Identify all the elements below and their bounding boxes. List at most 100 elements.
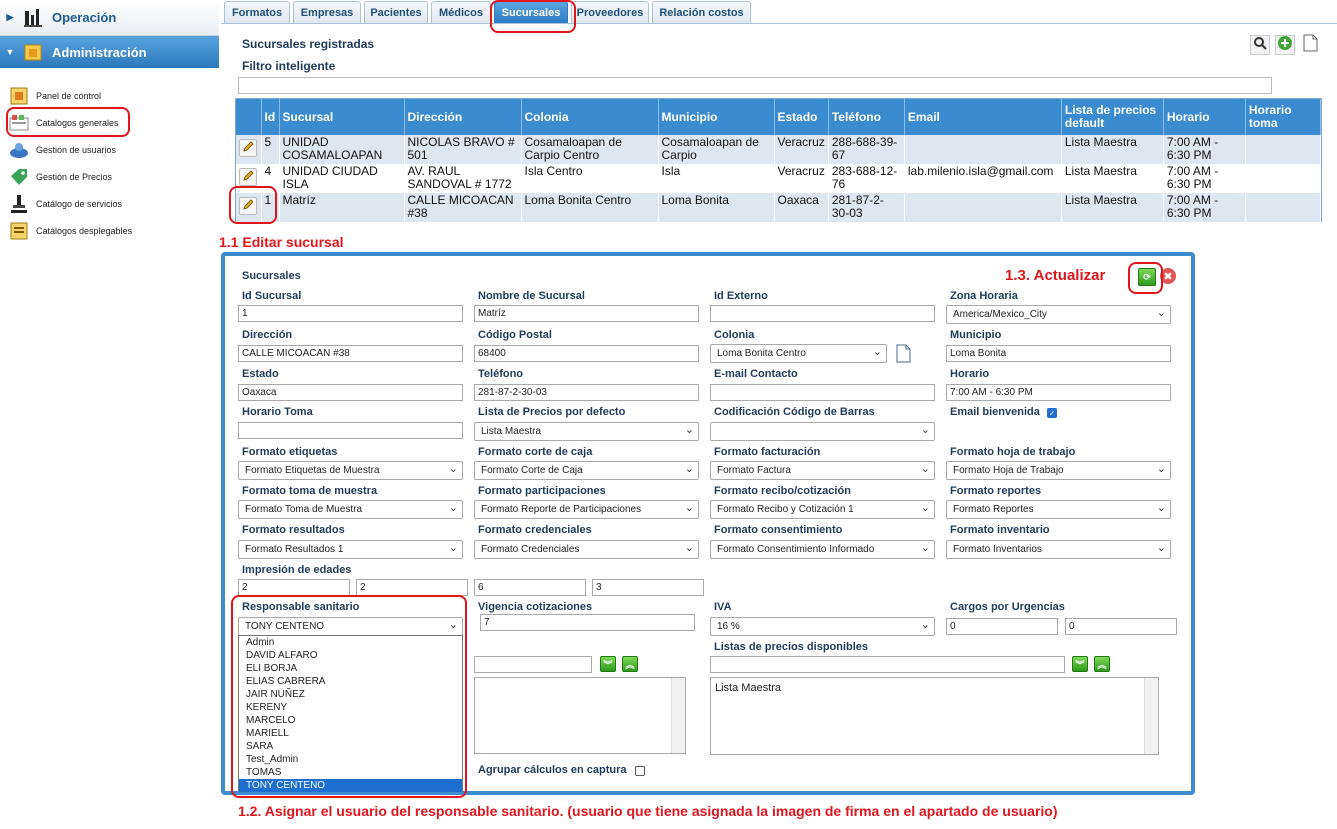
- section-administracion[interactable]: ▼ Administración: [0, 36, 219, 68]
- tab-proveedores[interactable]: Proveedores: [571, 1, 649, 23]
- search-button[interactable]: [1250, 35, 1270, 55]
- f-etiquetas-select[interactable]: Formato Etiquetas de Muestra ⌄: [238, 461, 463, 480]
- sidebar: ▶ Operación ▼ Administración Panel de co…: [0, 0, 219, 829]
- edit-button[interactable]: [239, 139, 257, 157]
- sidebar-item-gestion-precios[interactable]: Gestión de Precios: [8, 166, 208, 188]
- table-row[interactable]: 1 Matríz CALLE MICOACAN #38 Loma Bonita …: [236, 193, 1322, 222]
- col-id[interactable]: Id: [261, 99, 280, 135]
- section-label: Administración: [52, 44, 147, 60]
- f-hoja-select[interactable]: Formato Hoja de Trabajo ⌄: [946, 461, 1171, 480]
- table-cell: 7:00 AM - 6:30 PM: [1163, 164, 1246, 193]
- col-estado[interactable]: Estado: [774, 99, 829, 135]
- edades-input-3[interactable]: 6: [474, 579, 586, 596]
- nombre-input[interactable]: Matríz: [474, 305, 699, 322]
- zona-select[interactable]: America/Mexico_City ⌄: [946, 305, 1171, 324]
- chevron-right-icon: ▶: [6, 12, 14, 22]
- horario-input[interactable]: 7:00 AM - 6:30 PM: [946, 384, 1171, 401]
- tab-medicos[interactable]: Médicos: [431, 1, 491, 23]
- listas-filter-input[interactable]: [710, 656, 1065, 673]
- table-row[interactable]: 5 UNIDAD COSAMALOAPAN NICOLAS BRAVO # 50…: [236, 135, 1322, 164]
- tab-formatos[interactable]: Formatos: [224, 1, 290, 23]
- estado-input[interactable]: Oaxaca: [238, 384, 463, 401]
- col-colonia[interactable]: Colonia: [521, 99, 659, 135]
- lista-precios-select[interactable]: Lista Maestra ⌄: [474, 422, 699, 441]
- edades-input-2[interactable]: 2: [356, 579, 468, 596]
- sidebar-item-gestion-usuarios[interactable]: Gestión de usuarios: [8, 139, 208, 161]
- dropdown-catalog-icon: [8, 221, 30, 241]
- move-down-button[interactable]: ︾: [1072, 656, 1088, 672]
- f-credenciales-select[interactable]: Formato Credenciales ⌄: [474, 540, 699, 559]
- f-recibo-select[interactable]: Formato Recibo y Cotización 1 ⌄: [710, 500, 935, 519]
- tab-pacientes[interactable]: Pacientes: [364, 1, 428, 23]
- chevron-down-icon: ⌄: [920, 619, 930, 631]
- sidebar-item-catalogo-servicios[interactable]: Catálogo de servicios: [8, 193, 208, 215]
- f-participaciones-select[interactable]: Formato Reporte de Participaciones ⌄: [474, 500, 699, 519]
- col-municipio[interactable]: Municipio: [658, 99, 775, 135]
- f-facturacion-select[interactable]: Formato Factura ⌄: [710, 461, 935, 480]
- sidebar-item-panel-control[interactable]: Panel de control: [8, 85, 208, 107]
- move-down-button[interactable]: ︾: [600, 656, 616, 672]
- add-button[interactable]: [1275, 35, 1295, 55]
- catalog-listbox[interactable]: [474, 677, 686, 754]
- tab-empresas[interactable]: Empresas: [293, 1, 361, 23]
- edit-button[interactable]: [239, 168, 257, 186]
- col-sucursal[interactable]: Sucursal: [279, 99, 405, 135]
- col-horario-toma[interactable]: Horario toma: [1245, 99, 1322, 135]
- col-telefono[interactable]: Teléfono: [828, 99, 905, 135]
- edades-input-1[interactable]: 2: [238, 579, 350, 596]
- listas-listbox[interactable]: Lista Maestra: [710, 677, 1159, 755]
- table-cell: lab.milenio.isla@gmail.com: [904, 164, 1062, 193]
- vigencia-input[interactable]: 7: [480, 614, 695, 631]
- agrupar-checkbox[interactable]: [635, 766, 645, 776]
- direccion-input[interactable]: CALLE MICOACAN #38: [238, 345, 463, 362]
- colonia-select[interactable]: Loma Bonita Centro ⌄: [710, 344, 887, 363]
- f-inventario-select[interactable]: Formato Inventarios ⌄: [946, 540, 1171, 559]
- id-sucursal-input[interactable]: 1: [238, 305, 463, 322]
- move-up-button[interactable]: ︽: [622, 656, 638, 672]
- horario-toma-input[interactable]: [238, 422, 463, 439]
- catalog-filter-input[interactable]: [474, 656, 592, 673]
- codificacion-select[interactable]: ⌄: [710, 422, 935, 441]
- table-cell: Veracruz: [774, 164, 829, 193]
- cp-input[interactable]: 68400: [474, 345, 699, 362]
- sidebar-item-label: Gestión de usuarios: [36, 145, 117, 155]
- sidebar-item-catalogos-desplegables[interactable]: Catálogos desplegables: [8, 220, 208, 242]
- list-item[interactable]: Lista Maestra: [715, 682, 1154, 694]
- municipio-input[interactable]: Loma Bonita: [946, 345, 1171, 362]
- col-lista-precios[interactable]: Lista de precios default: [1061, 99, 1164, 135]
- new-document-button[interactable]: [1300, 34, 1320, 57]
- f-resultados-select[interactable]: Formato Resultados 1 ⌄: [238, 540, 463, 559]
- select-value: Formato Inventarios: [953, 544, 1042, 555]
- move-up-button[interactable]: ︽: [1094, 656, 1110, 672]
- f-consentimiento-select[interactable]: Formato Consentimiento Informado ⌄: [710, 540, 935, 559]
- col-direccion[interactable]: Dirección: [404, 99, 522, 135]
- urgencias-input-2[interactable]: 0: [1065, 618, 1177, 635]
- col-email[interactable]: Email: [904, 99, 1062, 135]
- edades-input-4[interactable]: 3: [592, 579, 704, 596]
- scrollbar[interactable]: [671, 678, 685, 753]
- document-icon: [1302, 34, 1318, 57]
- select-value: Lista Maestra: [481, 426, 542, 437]
- double-chevron-down-icon: ︾: [603, 659, 613, 670]
- section-operacion[interactable]: ▶ Operación: [0, 0, 219, 36]
- f-toma-select[interactable]: Formato Toma de Muestra ⌄: [238, 500, 463, 519]
- table-cell: Lista Maestra: [1061, 193, 1164, 222]
- label-telefono: Teléfono: [478, 368, 524, 380]
- iva-select[interactable]: 16 % ⌄: [710, 617, 935, 636]
- tab-relacion-costos[interactable]: Relación costos: [652, 1, 751, 23]
- email-input[interactable]: [710, 384, 935, 401]
- sidebar-item-label: Panel de control: [36, 91, 102, 101]
- filter-input[interactable]: [238, 77, 1272, 94]
- id-externo-input[interactable]: [710, 305, 935, 322]
- label-agrupar: Agrupar cálculos en captura: [478, 764, 627, 776]
- f-reportes-select[interactable]: Formato Reportes ⌄: [946, 500, 1171, 519]
- table-cell: 7:00 AM - 6:30 PM: [1163, 193, 1246, 222]
- table-row[interactable]: 4 UNIDAD CIUDAD ISLA AV. RAUL SANDOVAL #…: [236, 164, 1322, 193]
- scrollbar[interactable]: [1144, 678, 1158, 754]
- new-colonia-button[interactable]: [895, 344, 911, 363]
- urgencias-input-1[interactable]: 0: [946, 618, 1058, 635]
- email-bienvenida-checkbox[interactable]: ✓: [1047, 408, 1057, 418]
- telefono-input[interactable]: 281-87-2-30-03: [474, 384, 699, 401]
- f-corte-select[interactable]: Formato Corte de Caja ⌄: [474, 461, 699, 480]
- col-horario[interactable]: Horario: [1163, 99, 1246, 135]
